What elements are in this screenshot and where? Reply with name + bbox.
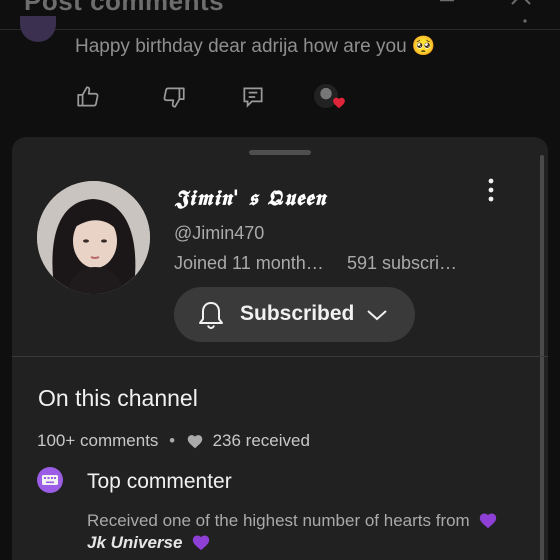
- drag-handle[interactable]: [249, 150, 311, 155]
- subscribed-label: Subscribed: [240, 302, 355, 325]
- heart-icon: [332, 96, 346, 110]
- scrollbar[interactable]: [540, 155, 544, 560]
- chevron-down-icon: [366, 307, 388, 323]
- purple-heart-icon: [478, 511, 498, 529]
- separator-dot: •: [169, 430, 176, 450]
- commenter-avatar[interactable]: [20, 16, 56, 42]
- keyboard-icon: [37, 467, 63, 493]
- joined-date: Joined 11 month…: [174, 253, 324, 273]
- subscriber-count: 591 subscri…: [347, 253, 458, 273]
- hearts-received: 236 received: [212, 430, 310, 450]
- heart-icon: [186, 433, 204, 449]
- badge-channel[interactable]: Jk Universe: [87, 533, 211, 553]
- purple-heart-icon: [191, 533, 211, 551]
- comment-text: Happy birthday dear adrija how are you 🥺: [75, 36, 436, 57]
- reply-icon[interactable]: [240, 84, 266, 110]
- header-title: Post comments: [24, 0, 225, 16]
- channel-stats: 100+ comments • 236 received: [37, 430, 310, 454]
- channel-handle: @Jimin470: [174, 223, 265, 243]
- badge-title: Top commenter: [87, 470, 232, 493]
- bell-icon: [198, 300, 224, 330]
- comments-header: Post comments: [0, 0, 560, 30]
- subscribed-button[interactable]: Subscribed: [174, 287, 415, 342]
- filter-icon[interactable]: [432, 0, 462, 6]
- like-icon[interactable]: [75, 84, 101, 110]
- channel-profile-sheet: 𝕵𝖎𝖒𝖎𝖓' 𝖘 𝕼𝖚𝖊𝖊𝖓 @Jimin470 Joined 11 month…: [12, 137, 548, 560]
- badge-description-text: Received one of the highest number of he…: [87, 511, 470, 530]
- dislike-icon[interactable]: [161, 84, 187, 110]
- comment-count: 100+ comments: [37, 430, 159, 450]
- comment-menu-icon[interactable]: [520, 18, 530, 34]
- channel-avatar[interactable]: [37, 181, 150, 294]
- badge-channel-name: Jk Universe: [87, 533, 183, 552]
- more-options-icon[interactable]: [482, 177, 500, 205]
- divider: [12, 356, 548, 357]
- badge-description: Received one of the highest number of he…: [87, 511, 498, 531]
- creator-heart-icon: [314, 84, 346, 112]
- on-this-channel-title: On this channel: [38, 385, 198, 411]
- close-icon[interactable]: [508, 0, 536, 6]
- channel-name[interactable]: 𝕵𝖎𝖒𝖎𝖓' 𝖘 𝕼𝖚𝖊𝖊𝖓: [175, 185, 326, 211]
